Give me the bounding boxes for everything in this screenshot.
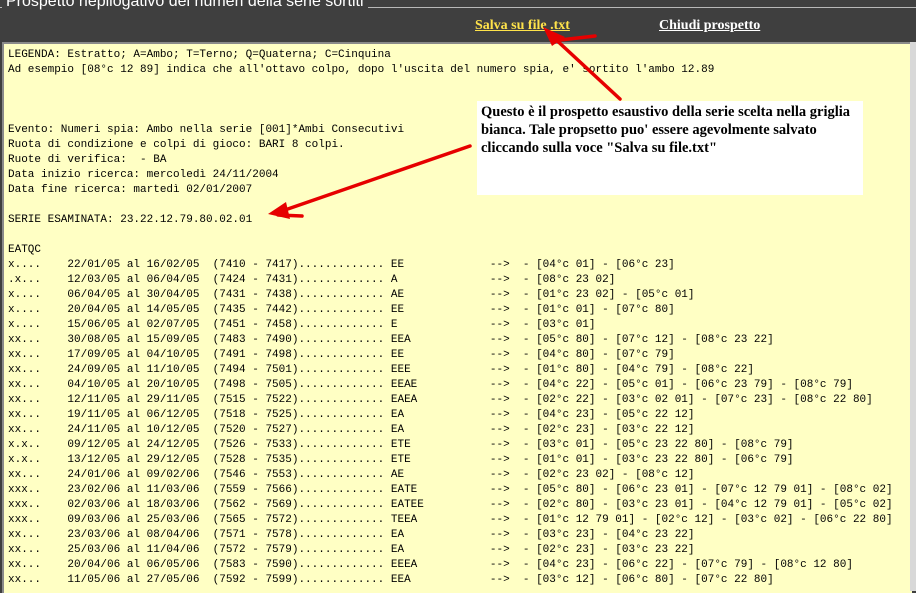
report-row: xx... 30/08/05 al 15/09/05 (7483 - 7490)…	[8, 334, 774, 346]
report-row: xxx.. 02/03/06 al 18/03/06 (7562 - 7569)…	[8, 499, 893, 511]
report-row: xx... 25/03/06 al 11/04/06 (7572 - 7579)…	[8, 544, 695, 556]
report-row: x.... 15/06/05 al 02/07/05 (7451 - 7458)…	[8, 319, 596, 331]
window-title: Prospetto riepilogativo dei numeri della…	[2, 0, 368, 11]
report-header-line: Data inizio ricerca: mercoledì 24/11/200…	[8, 169, 279, 181]
report-row: xx... 23/03/06 al 08/04/06 (7571 - 7578)…	[8, 529, 695, 541]
report-header-line: Data fine ricerca: martedì 02/01/2007	[8, 184, 253, 196]
report-row: x.x.. 09/12/05 al 24/12/05 (7526 - 7533)…	[8, 439, 794, 451]
report-row: xx... 19/11/05 al 06/12/05 (7518 - 7525)…	[8, 409, 695, 421]
title-bar: Prospetto riepilogativo dei numeri della…	[0, 0, 916, 38]
report-row: xx... 11/05/06 al 27/05/06 (7592 - 7599)…	[8, 574, 774, 586]
save-to-txt-link[interactable]: Salva su file .txt	[475, 18, 570, 34]
report-row: xxx.. 23/02/06 al 11/03/06 (7559 - 7566)…	[8, 484, 893, 496]
report-row: xx... 17/09/05 al 04/10/05 (7491 - 7498)…	[8, 349, 675, 361]
report-rows: x.... 22/01/05 al 16/02/05 (7410 - 7417)…	[8, 259, 893, 586]
report-row: xx... 04/10/05 al 20/10/05 (7498 - 7505)…	[8, 379, 853, 391]
report-header-line: EATQC	[8, 244, 42, 256]
report-row: xx... 24/09/05 al 11/10/05 (7494 - 7501)…	[8, 364, 754, 376]
close-report-link[interactable]: Chiudi prospetto	[659, 18, 760, 34]
report-header-line: Ruota di condizione e colpi di gioco: BA…	[8, 139, 345, 151]
report-header-line: Ad esempio [08°c 12 89] indica che all'o…	[8, 64, 715, 76]
report-row: xxx.. 09/03/06 al 25/03/06 (7565 - 7572)…	[8, 514, 893, 526]
report-row: xx... 24/01/06 al 09/02/06 (7546 - 7553)…	[8, 469, 695, 481]
report-row: x.x.. 13/12/05 al 29/12/05 (7528 - 7535)…	[8, 454, 794, 466]
report-header-line: LEGENDA: Estratto; A=Ambo; T=Terno; Q=Qu…	[8, 49, 391, 61]
report-row: xx... 20/04/06 al 06/05/06 (7583 - 7590)…	[8, 559, 853, 571]
report-header-line: SERIE ESAMINATA: 23.22.12.79.80.02.01	[8, 214, 253, 226]
report-row: xx... 24/11/05 al 10/12/05 (7520 - 7527)…	[8, 424, 695, 436]
report-row: x.... 06/04/05 al 30/04/05 (7431 - 7438)…	[8, 289, 695, 301]
report-row: x.... 22/01/05 al 16/02/05 (7410 - 7417)…	[8, 259, 675, 271]
report-row: xx... 12/11/05 al 29/11/05 (7515 - 7522)…	[8, 394, 873, 406]
report-header-line: Evento: Numeri spia: Ambo nella serie [0…	[8, 124, 405, 136]
annotation-callout: Questo è il prospetto esaustivo della se…	[477, 101, 863, 195]
report-row: .x... 12/03/05 al 06/04/05 (7424 - 7431)…	[8, 274, 616, 286]
report-header-line: Ruote di verifica: - BA	[8, 154, 167, 166]
report-row: x.... 20/04/05 al 14/05/05 (7435 - 7442)…	[8, 304, 675, 316]
scrollbar-edge[interactable]	[910, 42, 916, 591]
